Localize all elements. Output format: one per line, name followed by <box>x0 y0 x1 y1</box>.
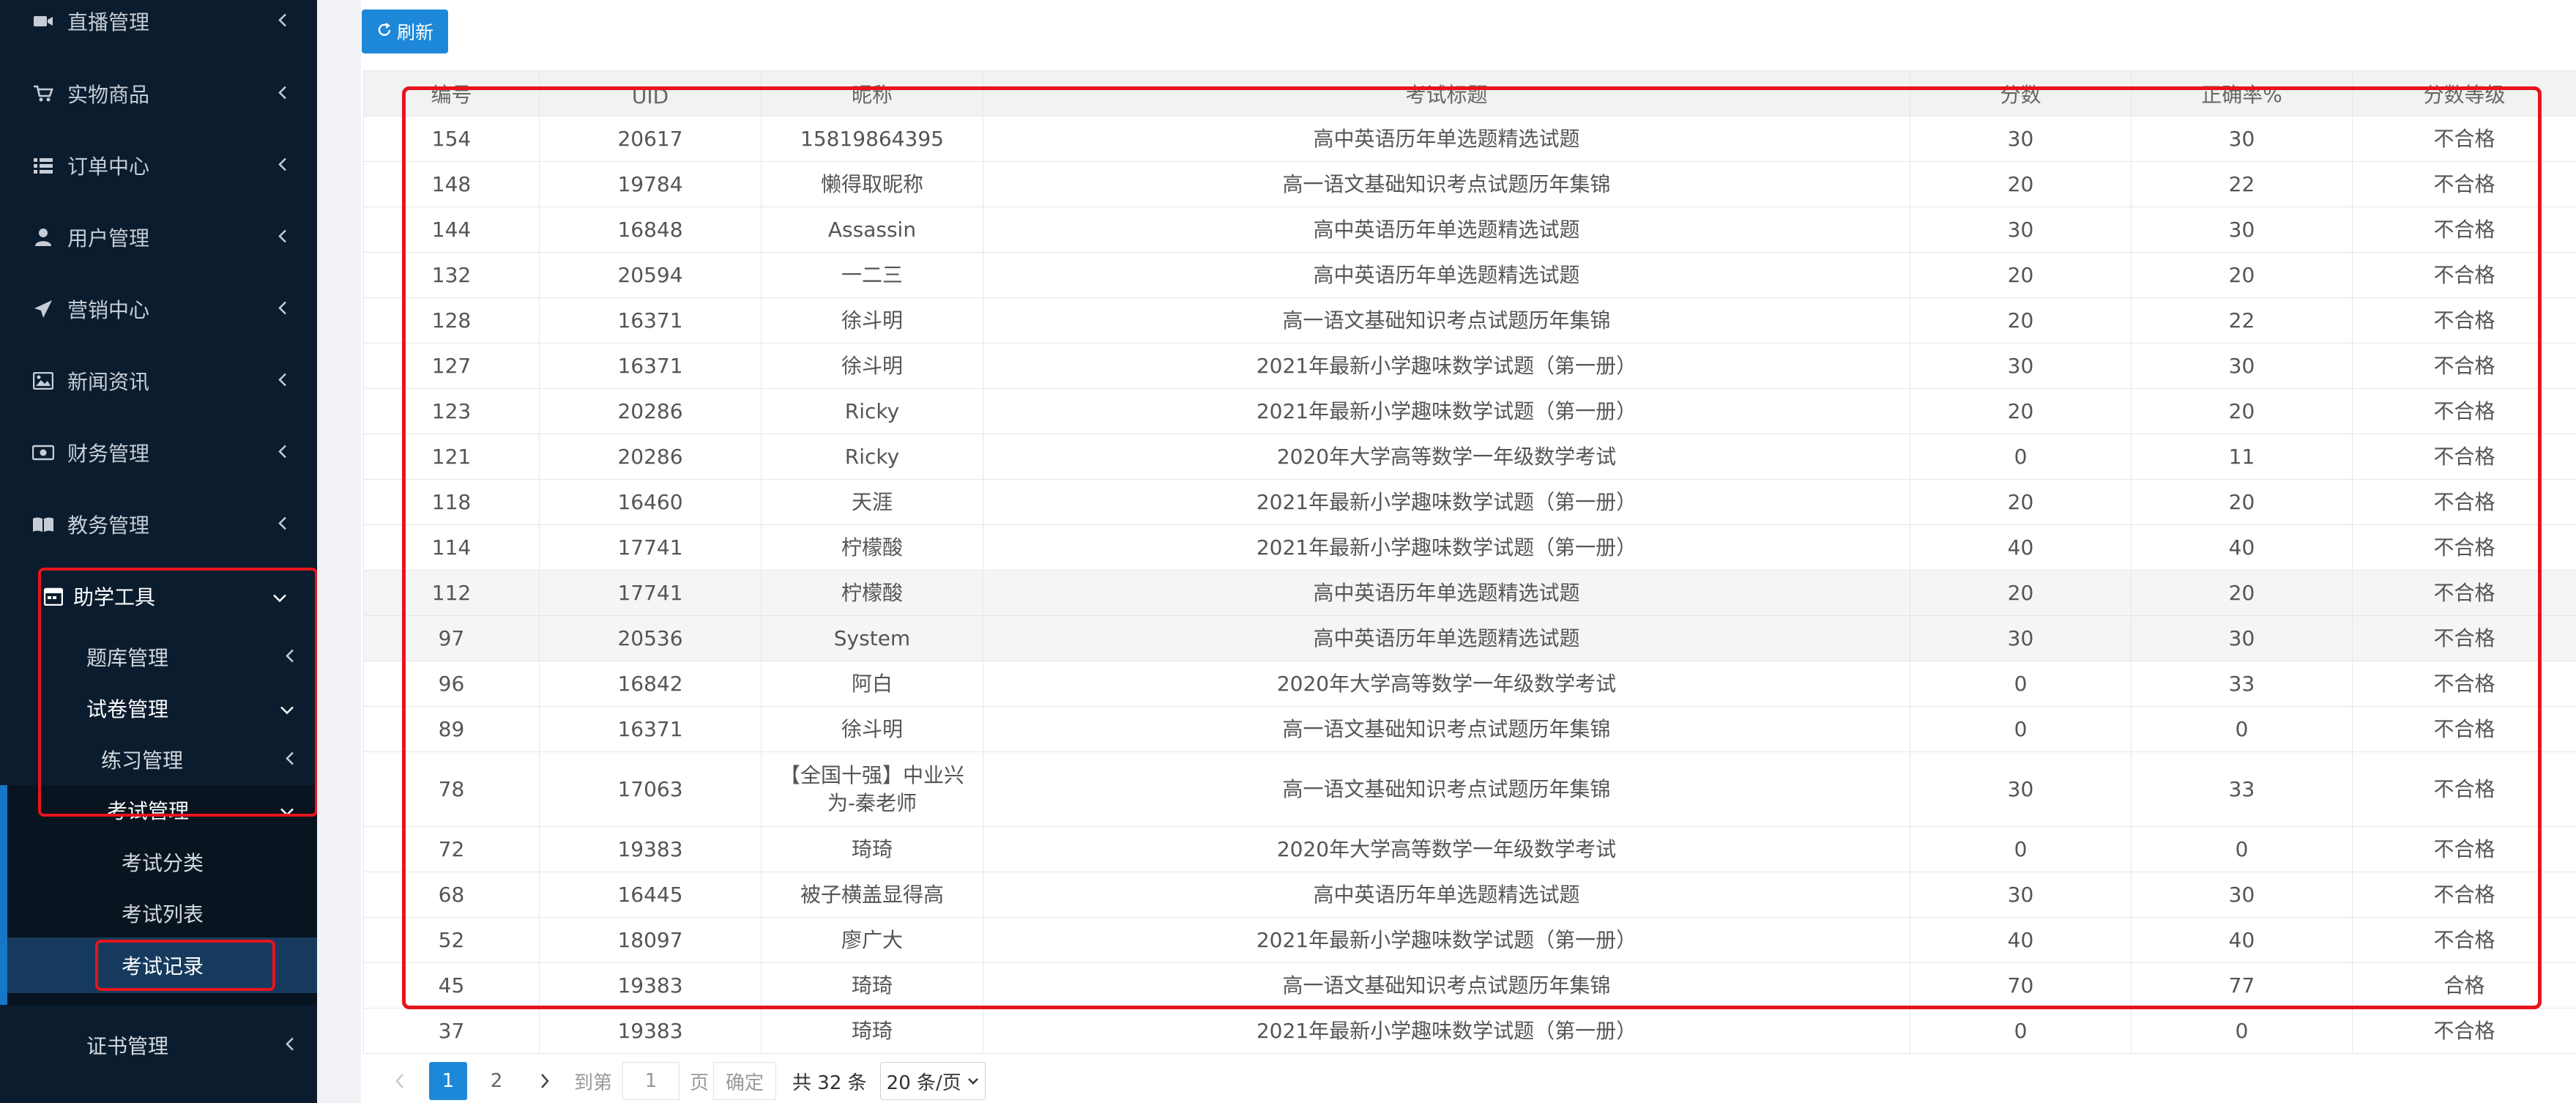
sidebar-item-kaoshi-fenlei[interactable]: 考试分类 <box>0 836 317 888</box>
sidebar-item-label: 证书管理 <box>86 1034 169 1058</box>
page-size-value: 20 条/页 <box>886 1072 961 1094</box>
sidebar-item-label: 新闻资讯 <box>67 370 150 394</box>
sidebar-item-label: 用户管理 <box>67 226 150 250</box>
sidebar-item-label: 财务管理 <box>67 442 150 466</box>
table-cell: 不合格 <box>2352 1008 2576 1054</box>
chevron-left-icon <box>278 369 288 393</box>
refresh-label: 刷新 <box>396 22 433 43</box>
sidebar-item-zhengshu[interactable]: 证书管理 <box>0 1020 317 1071</box>
goto-prefix: 到第 <box>574 1072 613 1094</box>
page-1-button[interactable]: 1 <box>429 1062 467 1100</box>
table-cell: 37 <box>363 1008 540 1054</box>
sidebar-item-4[interactable]: 用户管理 <box>0 201 317 273</box>
highlight-box-kaoshi-jilu <box>95 940 275 991</box>
sidebar: 直播管理 实物商品 订单中心 用户管理 营销中心 新闻资讯 财务管理 教务管理 助学工具 题库管… <box>0 0 318 1103</box>
chevron-left-icon <box>278 154 288 178</box>
refresh-button[interactable]: 刷新 <box>362 10 448 53</box>
chevron-left-icon <box>278 513 288 537</box>
sidebar-item-label: 考试列表 <box>122 902 204 926</box>
sidebar-item-label: 营销中心 <box>67 298 150 322</box>
sidebar-item-8[interactable]: 教务管理 <box>0 489 317 560</box>
sidebar-item-label: 教务管理 <box>67 513 150 538</box>
prev-page-icon[interactable] <box>381 1062 419 1100</box>
next-page-icon[interactable] <box>526 1062 564 1100</box>
highlight-box-table <box>402 86 2542 1009</box>
goto-confirm-button[interactable]: 确定 <box>713 1062 777 1100</box>
table-row[interactable]: 37 19383 琦琦 2021年最新小学趣味数学试题（第一册） 0 0 不合格 <box>363 1008 2576 1054</box>
sidebar-item-label: 直播管理 <box>67 10 150 34</box>
sidebar-item-2[interactable]: 实物商品 <box>0 58 317 130</box>
sidebar-item-label: 实物商品 <box>67 83 150 107</box>
pagination: 1 2 到第 1 页 确定 共 32 条 20 条/页 <box>381 1061 986 1102</box>
refresh-icon <box>376 21 392 42</box>
chevron-left-icon <box>285 1033 295 1058</box>
page-size-select[interactable]: 20 条/页 <box>879 1062 986 1100</box>
table-cell: 19383 <box>539 1008 762 1054</box>
video-icon <box>31 9 56 34</box>
money-icon <box>31 440 56 465</box>
chevron-left-icon <box>278 297 288 322</box>
table-cell: 琦琦 <box>761 1008 983 1054</box>
sidebar-item-kaoshi-liebiao[interactable]: 考试列表 <box>0 888 317 939</box>
sidebar-item-label: 订单中心 <box>67 155 150 179</box>
cart-icon <box>31 81 56 106</box>
sidebar-item-6[interactable]: 新闻资讯 <box>0 345 317 417</box>
book-icon <box>31 512 56 537</box>
highlight-box-zhuxue <box>38 568 318 817</box>
page-2-button[interactable]: 2 <box>477 1062 515 1100</box>
sidebar-item-1[interactable]: 直播管理 <box>0 0 317 57</box>
goto-suffix: 页 <box>690 1072 710 1094</box>
sidebar-item-5[interactable]: 营销中心 <box>0 273 317 345</box>
table-cell: 0 <box>1910 1008 2132 1054</box>
sidebar-item-3[interactable]: 订单中心 <box>0 130 317 201</box>
chevron-left-icon <box>278 441 288 465</box>
chevron-left-icon <box>278 82 288 106</box>
total-count: 共 32 条 <box>792 1072 867 1094</box>
image-icon <box>31 368 56 393</box>
chevron-down-icon <box>967 1078 978 1085</box>
goto-page-input[interactable]: 1 <box>622 1062 680 1100</box>
send-icon <box>31 297 56 322</box>
sidebar-item-label: 考试分类 <box>122 851 204 875</box>
chevron-left-icon <box>278 226 288 250</box>
list-icon <box>31 153 56 178</box>
sidebar-item-7[interactable]: 财务管理 <box>0 417 317 489</box>
table-cell: 2021年最新小学趣味数学试题（第一册） <box>983 1008 1910 1054</box>
table-cell: 0 <box>2131 1008 2353 1054</box>
chevron-left-icon <box>278 10 288 34</box>
user-icon <box>31 225 56 250</box>
